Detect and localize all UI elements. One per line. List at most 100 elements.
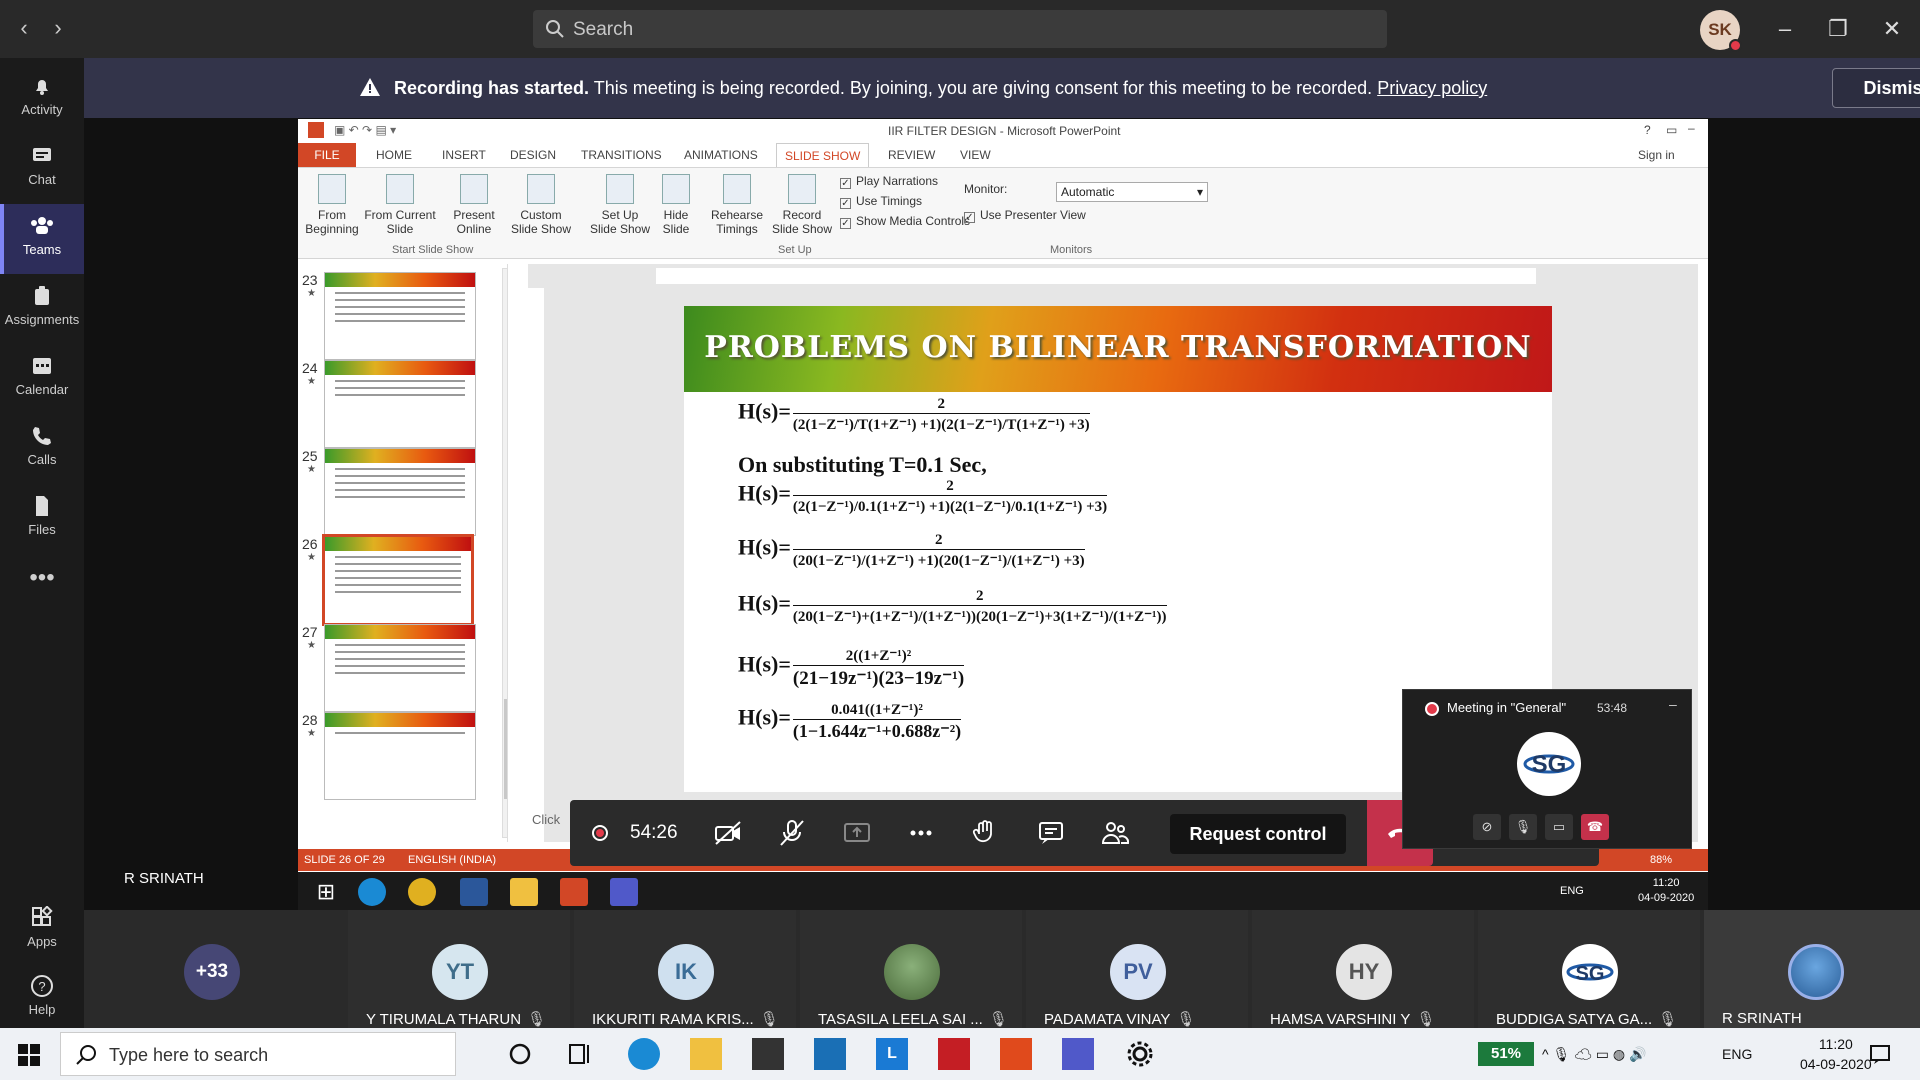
request-control-button[interactable]: Request control xyxy=(1170,814,1346,854)
record-button[interactable]: Record Slide Show xyxy=(770,174,834,236)
rail-item-apps[interactable]: Apps xyxy=(0,896,84,966)
ppt-minimize-icon[interactable]: – xyxy=(1688,121,1695,135)
present-online-button[interactable]: Present Online xyxy=(446,174,502,236)
from-beginning-button[interactable]: From Beginning xyxy=(302,174,362,236)
notes-placeholder[interactable]: Click xyxy=(532,812,560,827)
hide-slide-button[interactable]: Hide Slide xyxy=(656,174,696,236)
tab-animations[interactable]: ANIMATIONS xyxy=(684,148,758,162)
sign-in-link[interactable]: Sign in xyxy=(1638,148,1675,162)
mic-off-icon[interactable] xyxy=(777,818,807,848)
teams-taskbar-icon[interactable] xyxy=(1062,1038,1094,1070)
slide-thumbnail[interactable] xyxy=(324,272,476,360)
slide-thumbnail[interactable] xyxy=(324,360,476,448)
tab-home[interactable]: HOME xyxy=(376,148,412,162)
more-participants-badge[interactable]: +33 xyxy=(184,944,240,1000)
recording-icon xyxy=(592,825,608,841)
camera-off-icon[interactable] xyxy=(713,818,743,848)
raise-hand-icon[interactable] xyxy=(970,818,1000,848)
rehearse-button[interactable]: Rehearse Timings xyxy=(708,174,766,236)
participants-icon[interactable] xyxy=(1100,818,1130,848)
tab-design[interactable]: DESIGN xyxy=(510,148,556,162)
back-arrow-icon[interactable]: ‹ xyxy=(12,16,36,40)
participant-tile[interactable]: IK IKKURITI RAMA KRIS... 🎙 xyxy=(574,910,796,1028)
setup-show-label: Set Up Slide Show xyxy=(589,208,651,236)
meeting-mini-window[interactable]: Meeting in "General" 53:48 – SG ⊘ 🎙 ▭ ☎ xyxy=(1402,689,1692,849)
tab-file[interactable]: FILE xyxy=(298,143,356,167)
tab-view[interactable]: VIEW xyxy=(960,148,991,162)
slide-thumbnail[interactable] xyxy=(324,448,476,536)
file-explorer-icon[interactable] xyxy=(690,1038,722,1070)
language-indicator[interactable]: ENG xyxy=(1722,1046,1752,1062)
forward-arrow-icon[interactable]: › xyxy=(46,16,70,40)
restore-icon[interactable]: ❐ xyxy=(1823,14,1853,44)
ribbon-display-icon[interactable]: ▭ xyxy=(1666,123,1677,137)
office-icon[interactable] xyxy=(1000,1038,1032,1070)
chat-bubble-icon[interactable] xyxy=(1036,818,1066,848)
rail-item-assignments[interactable]: Assignments xyxy=(0,274,84,344)
cortana-icon[interactable] xyxy=(504,1038,536,1070)
minimize-icon[interactable]: – xyxy=(1770,14,1800,44)
participant-tile[interactable]: TASASILA LEELA SAI ... 🎙 xyxy=(800,910,1022,1028)
show-media-checkbox[interactable]: ✓ Show Media Controls xyxy=(840,214,970,229)
participant-tile[interactable]: PV PADAMATA VINAY 🎙 xyxy=(1026,910,1248,1028)
rail-item-activity[interactable]: Activity xyxy=(0,64,84,134)
participant-tile[interactable]: SG BUDDIGA SATYA GA... 🎙 xyxy=(1478,910,1700,1028)
more-apps-icon[interactable]: ••• xyxy=(0,558,84,628)
help-question-icon[interactable]: ? xyxy=(1644,123,1651,137)
participant-tile[interactable]: YT Y TIRUMALA THARUN 🎙 xyxy=(348,910,570,1028)
slide-thumbnail[interactable] xyxy=(324,712,476,800)
monitors-group-label: Monitors xyxy=(1050,244,1093,256)
close-icon[interactable]: ✕ xyxy=(1877,14,1907,44)
taskbar-search-placeholder: Type here to search xyxy=(109,1045,269,1065)
custom-show-button[interactable]: Custom Slide Show xyxy=(506,174,576,236)
dismiss-button[interactable]: Dismiss xyxy=(1832,68,1920,108)
rail-item-calls[interactable]: Calls xyxy=(0,414,84,484)
play-narrations-checkbox[interactable]: ✓ Play Narrations xyxy=(840,174,938,189)
tab-insert[interactable]: INSERT xyxy=(442,148,486,162)
share-screen-icon[interactable] xyxy=(842,818,872,848)
rail-item-teams[interactable]: Teams xyxy=(0,204,84,274)
privacy-policy-link[interactable]: Privacy policy xyxy=(1377,78,1487,98)
rail-item-chat[interactable]: Chat xyxy=(0,134,84,204)
slide-thumbnail-selected[interactable] xyxy=(322,534,474,626)
mini-minimize-icon[interactable]: – xyxy=(1669,696,1677,712)
system-tray-icons[interactable]: ^ 🎙 ☁ ▭ ◍ 🔊 xyxy=(1542,1046,1646,1063)
taskbar-clock[interactable]: 11:20 04-09-2020 xyxy=(1800,1034,1872,1074)
from-current-button[interactable]: From Current Slide xyxy=(364,174,436,236)
zoom-level[interactable]: 88% xyxy=(1650,854,1672,866)
participant-tile-self[interactable]: R SRINATH xyxy=(1704,910,1920,1028)
thumbnails-scrollbar[interactable] xyxy=(502,268,507,838)
tab-transitions[interactable]: TRANSITIONS xyxy=(581,148,662,162)
participant-tile[interactable]: HY HAMSA VARSHINI Y 🎙 xyxy=(1252,910,1474,1028)
rail-item-calendar[interactable]: Calendar xyxy=(0,344,84,414)
mini-share-icon[interactable]: ▭ xyxy=(1545,814,1573,840)
user-avatar[interactable]: SK xyxy=(1700,10,1742,52)
notifications-icon[interactable] xyxy=(1868,1042,1892,1066)
settings-gear-icon[interactable] xyxy=(1124,1038,1156,1070)
mcafee-icon[interactable] xyxy=(938,1038,970,1070)
tab-review[interactable]: REVIEW xyxy=(888,148,935,162)
lens-app-icon[interactable]: L xyxy=(876,1038,908,1070)
mini-mic-off-icon[interactable]: 🎙 xyxy=(1509,814,1537,840)
more-actions-icon[interactable] xyxy=(906,818,936,848)
use-presenter-checkbox[interactable]: ✓ Use Presenter View xyxy=(964,208,1086,223)
use-timings-checkbox[interactable]: ✓ Use Timings xyxy=(840,194,922,209)
scrollbar-thumb[interactable] xyxy=(504,699,507,799)
store-icon[interactable] xyxy=(752,1038,784,1070)
search-input[interactable]: Search xyxy=(533,10,1387,48)
quick-access-save-icon[interactable]: ▣ ↶ ↷ ▤ ▾ xyxy=(334,123,396,137)
edge-icon[interactable] xyxy=(628,1038,660,1070)
windows-start-icon[interactable] xyxy=(18,1044,40,1066)
setup-show-button[interactable]: Set Up Slide Show xyxy=(588,174,652,236)
mini-camera-off-icon[interactable]: ⊘ xyxy=(1473,814,1501,840)
rail-item-files[interactable]: Files xyxy=(0,484,84,554)
mail-icon[interactable] xyxy=(814,1038,846,1070)
mini-hang-up-icon[interactable]: ☎ xyxy=(1581,814,1609,840)
tab-slide-show[interactable]: SLIDE SHOW xyxy=(776,143,870,168)
participant-name-text: Y TIRUMALA THARUN xyxy=(366,1011,522,1028)
slide-thumbnail[interactable] xyxy=(324,624,476,712)
monitor-select[interactable]: Automatic ▾ xyxy=(1056,182,1208,202)
rail-item-help[interactable]: ? Help xyxy=(0,964,84,1034)
task-view-icon[interactable] xyxy=(564,1038,596,1070)
taskbar-search-input[interactable]: Type here to search xyxy=(60,1032,456,1076)
